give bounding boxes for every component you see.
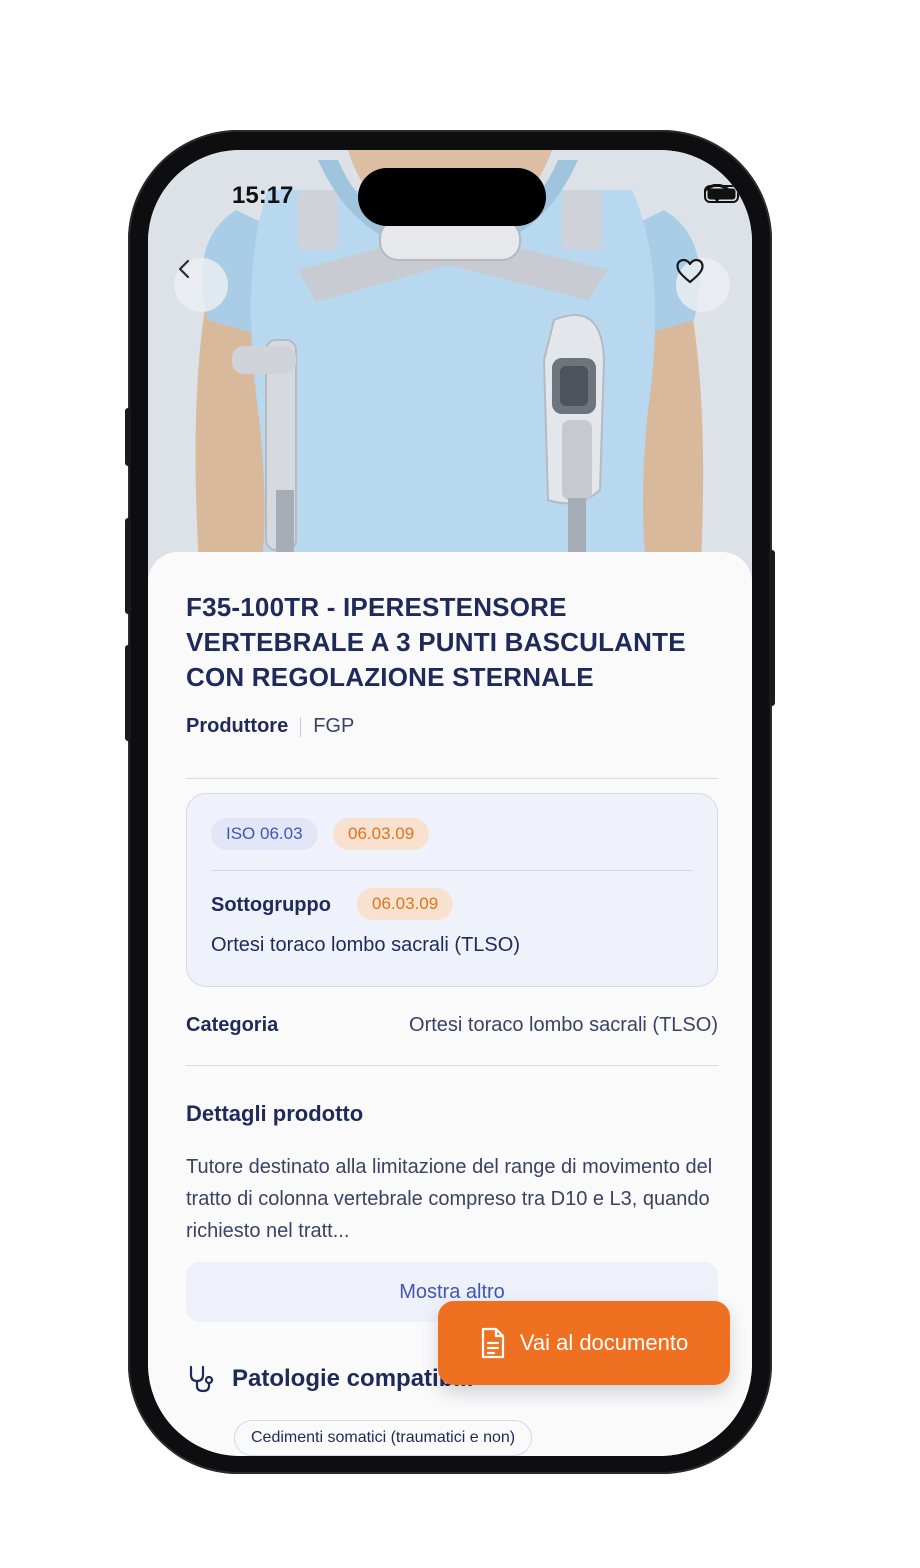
subgroup-description: Ortesi toraco lombo sacrali (TLSO) bbox=[211, 934, 520, 956]
manufacturer-label: Produttore bbox=[186, 715, 289, 737]
pathologies-header[interactable]: Patologie compatibili bbox=[186, 1364, 473, 1394]
subgroup-code-tag: 06.03.09 bbox=[357, 888, 454, 920]
stethoscope-icon bbox=[189, 1365, 214, 1393]
heart-icon bbox=[676, 258, 704, 284]
status-time: 15:17 bbox=[232, 182, 294, 209]
category-label: Categoria bbox=[186, 1014, 279, 1036]
volume-down-button bbox=[125, 645, 131, 741]
pathology-chip[interactable]: Cedimenti somatici (traumatici e non) bbox=[234, 1420, 533, 1456]
dynamic-island bbox=[358, 168, 546, 226]
power-button bbox=[769, 550, 775, 706]
chevron-left-icon bbox=[178, 259, 190, 279]
divider bbox=[300, 716, 302, 737]
product-title: F35-100TR - IPERESTENSORE VERTEBRALE A 3… bbox=[186, 592, 686, 692]
go-to-document-label: Vai al documento bbox=[519, 1330, 689, 1355]
manufacturer-row: Produttore FGP bbox=[186, 715, 354, 738]
iso-tag: ISO 06.03 bbox=[211, 818, 318, 850]
manufacturer-value: FGP bbox=[313, 715, 355, 737]
iso-card: ISO 06.03 06.03.09 Sottogruppo 06.03.09 … bbox=[186, 793, 718, 987]
document-icon bbox=[481, 1327, 504, 1359]
iso-code-tag: 06.03.09 bbox=[333, 818, 430, 850]
category-value: Ortesi toraco lombo sacrali (TLSO) bbox=[409, 1014, 718, 1036]
app-screen: 15:17 F35-100TR - IPERESTENSORE VERTEBRA… bbox=[148, 150, 752, 1456]
subgroup-label: Sottogruppo bbox=[211, 894, 331, 916]
favorite-button[interactable] bbox=[676, 258, 730, 312]
back-button[interactable] bbox=[174, 258, 228, 312]
divider bbox=[186, 778, 718, 779]
volume-up-button bbox=[125, 518, 131, 614]
product-image: 15:17 bbox=[148, 150, 752, 580]
divider bbox=[211, 870, 693, 871]
details-text: Tutore destinato alla limitazione del ra… bbox=[186, 1156, 713, 1242]
divider bbox=[186, 1065, 718, 1066]
details-title: Dettagli prodotto bbox=[186, 1101, 364, 1126]
go-to-document-button[interactable]: Vai al documento bbox=[438, 1301, 730, 1385]
battery-icon bbox=[704, 185, 743, 203]
mute-switch bbox=[125, 408, 131, 466]
